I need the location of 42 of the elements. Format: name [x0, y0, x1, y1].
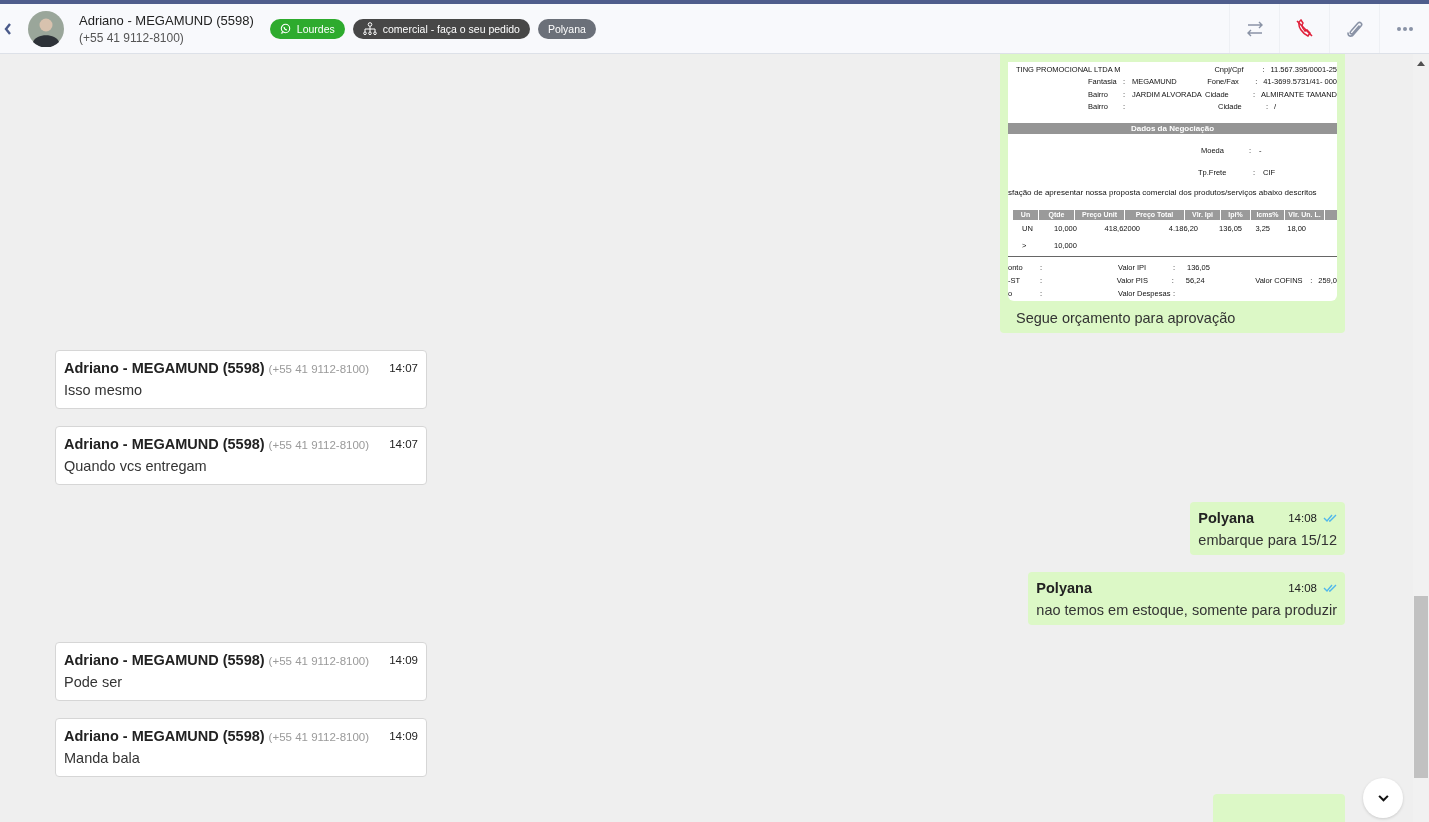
- message-text: nao temos em estoque, somente para produzir: [1036, 602, 1337, 618]
- sender-phone: (+55 41 9112-8100): [268, 363, 370, 375]
- contact-phone: (+55 41 9112-8100): [79, 30, 185, 45]
- document-text: sfação de apresentar nossa proposta comercial dos produtos/serviços abaixo descritos: [1008, 188, 1317, 197]
- message-time: 14:07: [389, 362, 418, 374]
- more-options-icon: [1395, 25, 1414, 32]
- section-band: Dados da Negociação: [1008, 123, 1337, 134]
- sender-name: Adriano - MEGAMUND (5598): [64, 728, 265, 744]
- tag: Lourdes: [269, 18, 345, 39]
- avatar: [28, 10, 64, 47]
- message-time: 14:07: [389, 438, 418, 450]
- hierarchy-icon: [362, 22, 377, 35]
- tag: Polyana: [537, 18, 596, 39]
- message-text: Pode ser: [64, 674, 124, 690]
- message-text: embarque para 15/12: [1198, 532, 1337, 548]
- message-text: Quando vcs entregam: [64, 458, 208, 474]
- scroll-up-arrow-icon[interactable]: [1417, 61, 1425, 66]
- chat-bubble-icon: [279, 23, 291, 34]
- chevron-left-icon: [4, 22, 12, 35]
- message-text: Manda bala: [64, 750, 141, 766]
- contact-name: Adriano - MEGAMUND (5598): [79, 12, 254, 28]
- paperclip-icon: [1345, 19, 1364, 38]
- message-text: Segue orçamento para aprovação: [1016, 310, 1237, 326]
- document-preview[interactable]: [1008, 62, 1337, 301]
- message-time: 14:08: [1288, 512, 1317, 524]
- sender-phone: (+55 41 9112-8100): [268, 439, 370, 451]
- sender-name: Polyana: [1198, 510, 1254, 526]
- sender-name: Polyana: [1036, 580, 1092, 596]
- message-time: 14:08: [1288, 582, 1317, 594]
- scrollbar-thumb[interactable]: [1414, 596, 1428, 778]
- message-text: Isso mesmo: [64, 382, 144, 398]
- sender-name: Adriano - MEGAMUND (5598): [64, 652, 265, 668]
- table-header-cell: [1324, 210, 1337, 220]
- sender-name: Adriano - MEGAMUND (5598): [64, 360, 265, 376]
- sender-phone: (+55 41 9112-8100): [268, 731, 370, 743]
- chevron-down-icon: [1377, 794, 1389, 802]
- message-time: 14:09: [389, 654, 418, 666]
- phone-off-icon: [1295, 19, 1314, 38]
- message-time: 14:09: [389, 730, 418, 742]
- sender-name: Adriano - MEGAMUND (5598): [64, 436, 265, 452]
- sender-phone: (+55 41 9112-8100): [268, 655, 370, 667]
- tag: comercial - faça o seu pedido: [352, 18, 530, 39]
